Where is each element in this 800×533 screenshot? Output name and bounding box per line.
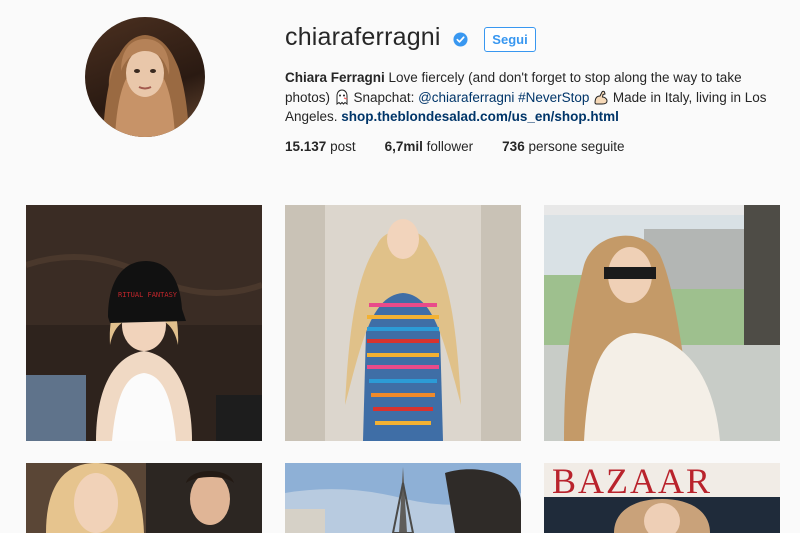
bio-website-link[interactable]: shop.theblondesalad.com/us_en/shop.html xyxy=(341,109,619,124)
profile-bio: Chiara Ferragni Love fiercely (and don't… xyxy=(285,68,790,127)
magazine-title: BAZAAR xyxy=(552,463,712,501)
bio-full-name: Chiara Ferragni xyxy=(285,70,385,85)
post-thumbnail[interactable]: RITUAL FANTASY xyxy=(26,205,262,441)
bio-text: Snapchat: xyxy=(349,89,419,105)
followers-count[interactable]: 6,7mil follower xyxy=(385,139,474,154)
post-thumbnail[interactable] xyxy=(285,205,521,441)
ghost-emoji-icon xyxy=(336,88,348,105)
post-thumbnail[interactable] xyxy=(26,463,262,533)
profile-avatar[interactable] xyxy=(85,17,205,137)
following-count[interactable]: 736 persone seguite xyxy=(502,139,624,154)
post-thumbnail[interactable]: BAZAAR xyxy=(544,463,780,533)
verified-badge-icon xyxy=(453,32,468,47)
bio-mention-link[interactable]: @chiaraferragni xyxy=(418,90,514,105)
profile-stats: 15.137 post 6,7mil follower 736 persone … xyxy=(285,139,654,154)
flexed-biceps-emoji-icon xyxy=(594,90,608,104)
post-thumbnail[interactable] xyxy=(285,463,521,533)
posts-count: 15.137 post xyxy=(285,139,356,154)
profile-username: chiaraferragni xyxy=(285,23,441,51)
post-thumbnail[interactable] xyxy=(544,205,780,441)
cap-text: RITUAL FANTASY xyxy=(118,291,178,299)
bio-hashtag-link[interactable]: #NeverStop xyxy=(518,90,589,105)
follow-button[interactable]: Segui xyxy=(484,27,536,52)
